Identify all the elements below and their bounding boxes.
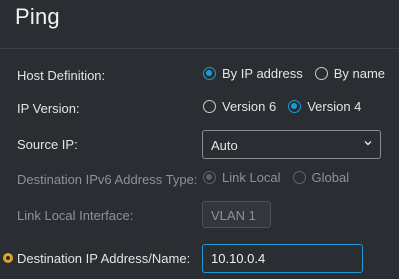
ip-version-label: IP Version: [17, 101, 80, 116]
dest-ipv6-type-label: Destination IPv6 Address Type: [17, 172, 198, 187]
chevron-down-icon [364, 141, 372, 146]
radio-checked-icon[interactable] [288, 100, 302, 113]
ping-page: Ping Host Definition: By IP address By n… [0, 0, 399, 279]
host-definition-radio-group: By IP address By name [203, 66, 397, 81]
radio-label: Link Local [222, 170, 281, 185]
link-local-interface-value: VLAN 1 [211, 208, 256, 223]
radio-label: Version 6 [222, 99, 277, 114]
link-local-interface-field: VLAN 1 [202, 201, 271, 228]
radio-version-6[interactable]: Version 6 [203, 99, 276, 114]
source-ip-label: Source IP: [17, 137, 78, 152]
source-ip-value: Auto [211, 138, 238, 153]
destination-input[interactable] [202, 244, 363, 273]
radio-unchecked-icon[interactable] [203, 100, 216, 113]
radio-by-name[interactable]: By name [314, 66, 386, 81]
radio-global: Global [292, 170, 350, 185]
required-icon [3, 253, 13, 263]
source-ip-select[interactable]: Auto [202, 130, 381, 159]
link-local-interface-label: Link Local Interface: [17, 208, 134, 223]
radio-checked-icon [203, 171, 216, 184]
ip-version-row: IP Version: Version 6 Version 4 [0, 95, 399, 123]
ip-version-radio-group: Version 6 Version 4 [203, 99, 373, 114]
host-definition-label: Host Definition: [17, 68, 106, 83]
radio-by-ip-address[interactable]: By IP address [203, 66, 303, 81]
host-definition-row: Host Definition: By IP address By name [0, 62, 399, 90]
radio-label: By IP address [222, 66, 303, 81]
radio-label: Version 4 [307, 99, 362, 114]
radio-label: By name [333, 66, 386, 81]
radio-link-local: Link Local [203, 170, 281, 185]
title-divider [0, 48, 399, 49]
radio-unchecked-icon[interactable] [314, 67, 328, 80]
link-local-interface-row: Link Local Interface: [0, 202, 399, 230]
radio-version-4[interactable]: Version 4 [288, 99, 361, 114]
radio-unchecked-icon [292, 171, 306, 184]
dest-ipv6-type-row: Destination IPv6 Address Type: Link Loca… [0, 166, 399, 194]
destination-label: Destination IP Address/Name: [17, 251, 191, 266]
radio-checked-icon[interactable] [203, 67, 216, 80]
radio-label: Global [311, 170, 350, 185]
page-title: Ping [15, 4, 60, 29]
dest-ipv6-type-radio-group: Link Local Global [203, 170, 361, 185]
